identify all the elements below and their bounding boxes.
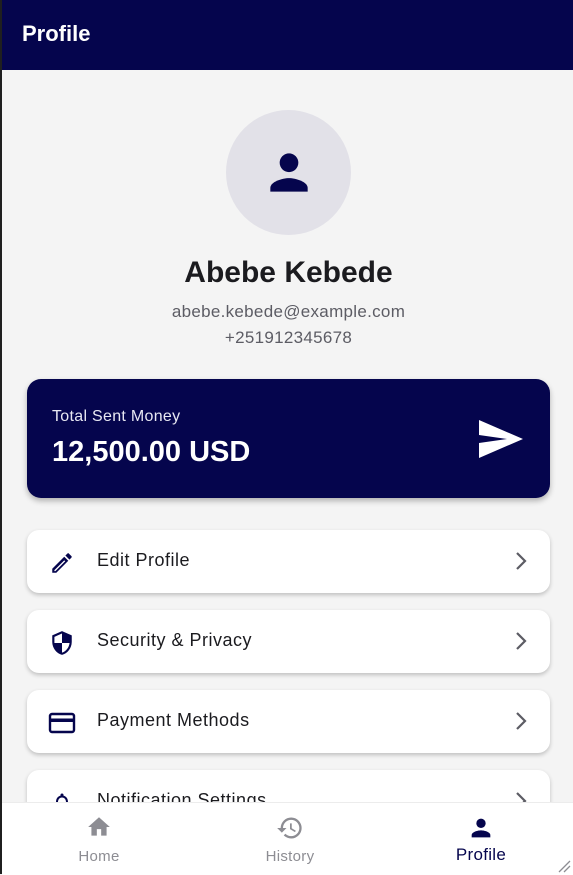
edit-pencil-icon [48,549,76,577]
home-icon [88,817,110,836]
total-sent-value: 12,500.00 USD [52,436,251,468]
total-sent-card: Total Sent Money 12,500.00 USD [27,379,550,498]
nav-item-home[interactable]: Home [4,803,194,875]
bottom-navigation: Home History Profile [2,802,573,875]
send-icon [479,420,523,458]
bell-icon [48,789,76,802]
nav-item-profile[interactable]: Profile [386,803,573,875]
total-sent-label: Total Sent Money [52,408,181,425]
nav-label: Home [78,848,120,865]
menu-item-security-privacy[interactable]: Security & Privacy [27,610,550,673]
person-icon [471,818,491,838]
menu-item-label: Security & Privacy [97,630,253,650]
menu-item-payment-methods[interactable]: Payment Methods [27,690,550,753]
user-name: Abebe Kebede [184,256,393,289]
menu-item-label: Payment Methods [97,710,250,730]
page-title: Profile [22,21,91,46]
chevron-right-icon [516,792,527,802]
user-email: abebe.kebede@example.com [171,302,406,321]
chevron-right-icon [516,712,527,730]
nav-label: History [265,848,315,865]
app-bar: Profile [2,0,573,70]
chevron-right-icon [516,632,527,650]
shield-icon [48,629,76,657]
menu-item-notification-settings[interactable]: Notification Settings [27,770,550,802]
menu-item-label: Notification Settings [97,790,267,802]
profile-content[interactable]: Abebe Kebede abebe.kebede@example.com +2… [2,70,573,802]
chevron-right-icon [516,552,527,570]
nav-item-history[interactable]: History [195,803,385,875]
resize-grip-icon[interactable] [557,859,571,873]
avatar [226,110,351,235]
history-icon [277,817,302,839]
menu-item-edit-profile[interactable]: Edit Profile [27,530,550,593]
menu-item-label: Edit Profile [97,550,191,570]
person-icon [269,152,308,192]
credit-card-icon [48,709,76,737]
nav-label: Profile [455,845,507,864]
user-phone: +251912345678 [224,328,353,347]
